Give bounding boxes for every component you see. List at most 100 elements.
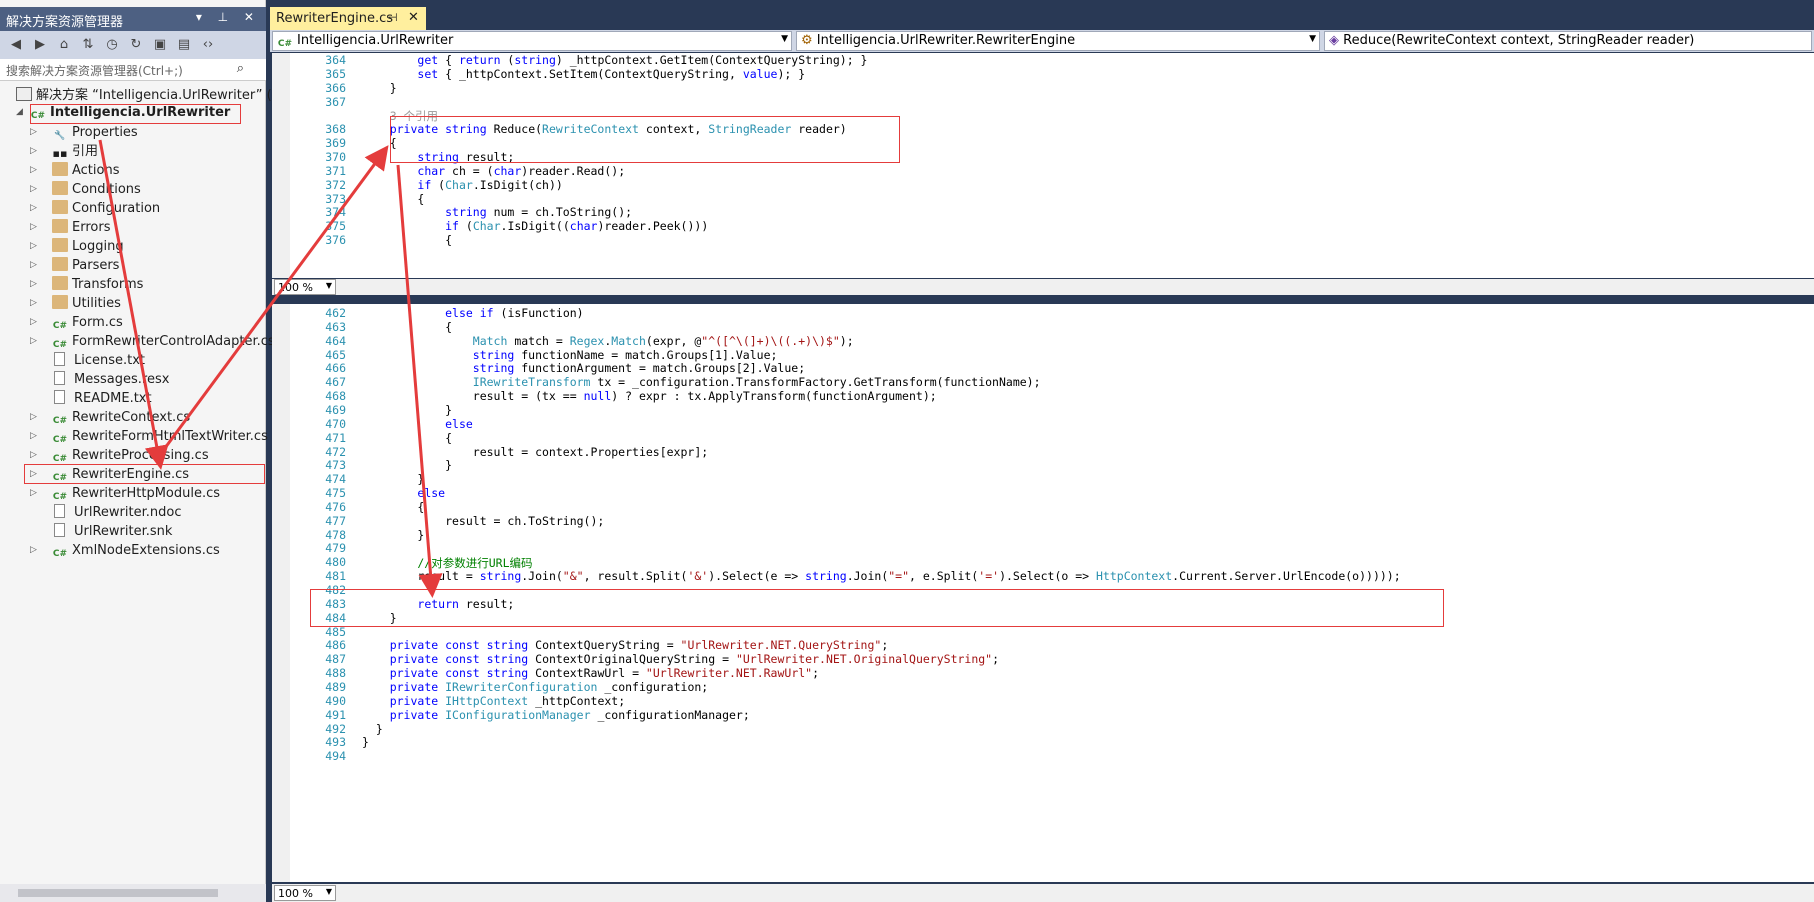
- code-line[interactable]: }: [362, 735, 369, 749]
- search-input[interactable]: 搜索解决方案资源管理器(Ctrl+;) ⌕: [0, 59, 266, 81]
- tree-item[interactable]: ▷ Errors: [30, 218, 110, 237]
- code-line[interactable]: string num = ch.ToString();: [362, 205, 632, 219]
- tree-item[interactable]: UrlRewriter.ndoc: [30, 503, 181, 522]
- code-line[interactable]: }: [362, 611, 397, 625]
- tree-item[interactable]: ▷ Parsers: [30, 256, 119, 275]
- zoom-dropdown[interactable]: 100 % ▼: [274, 885, 336, 901]
- code-pane-bottom[interactable]: 462 else if (isFunction) 463 {464 Match m…: [272, 304, 1814, 882]
- forward-icon[interactable]: ▶: [30, 35, 50, 55]
- sync-icon[interactable]: ⇅: [78, 35, 98, 55]
- code-line[interactable]: get { return (string) _httpContext.GetIt…: [362, 53, 867, 67]
- tree-item[interactable]: ▷ Actions: [30, 161, 120, 180]
- tree-item[interactable]: ▷ C# RewriteFormHtmlTextWriter.cs: [30, 427, 268, 446]
- expand-arrow-icon[interactable]: ▷: [30, 446, 40, 465]
- code-pane-top[interactable]: 364 get { return (string) _httpContext.G…: [272, 53, 1814, 278]
- code-line[interactable]: if (Char.IsDigit((char)reader.Peek())): [362, 219, 708, 233]
- tree-item[interactable]: UrlRewriter.snk: [30, 522, 172, 541]
- history-icon[interactable]: ◷: [102, 35, 122, 55]
- code-line[interactable]: private const string ContextRawUrl = "Ur…: [362, 666, 819, 680]
- tab-rewriterengine[interactable]: RewriterEngine.cs ⊣ ✕: [270, 7, 426, 30]
- collapse-arrow-icon[interactable]: ◢: [16, 103, 26, 122]
- expand-arrow-icon[interactable]: ▷: [30, 332, 40, 351]
- show-all-files-icon[interactable]: ▤: [174, 35, 194, 55]
- expand-arrow-icon[interactable]: ▷: [30, 275, 40, 294]
- code-line[interactable]: else: [362, 417, 473, 431]
- tree-item[interactable]: ▷ ▪▪ 引用: [30, 142, 98, 161]
- code-line[interactable]: private IHttpContext _httpContext;: [362, 694, 625, 708]
- search-icon[interactable]: ⌕: [237, 61, 244, 76]
- code-line[interactable]: private const string ContextOriginalQuer…: [362, 652, 999, 666]
- expand-arrow-icon[interactable]: ▷: [30, 313, 40, 332]
- tree-item[interactable]: ▷ C# XmlNodeExtensions.cs: [30, 541, 220, 560]
- tree-item[interactable]: ▷ C# RewriterHttpModule.cs: [30, 484, 220, 503]
- code-line[interactable]: char ch = (char)reader.Read();: [362, 164, 625, 178]
- expand-arrow-icon[interactable]: ▷: [30, 180, 40, 199]
- code-line[interactable]: }: [362, 722, 383, 736]
- refresh-icon[interactable]: ↻: [126, 35, 146, 55]
- class-dropdown[interactable]: ⚙ Intelligencia.UrlRewriter.RewriterEngi…: [796, 31, 1320, 51]
- code-line[interactable]: string functionArgument = match.Groups[2…: [362, 361, 805, 375]
- tree-item[interactable]: Messages.resx: [30, 370, 169, 389]
- code-line[interactable]: }: [362, 81, 397, 95]
- code-line[interactable]: result = string.Join("&", result.Split('…: [362, 569, 1400, 583]
- code-line[interactable]: {: [362, 320, 452, 334]
- code-line[interactable]: {: [362, 192, 424, 206]
- window-controls[interactable]: ▾ ⊥ ✕: [196, 10, 260, 24]
- bottom-pane-scrollbar[interactable]: 100 % ▼: [272, 884, 1814, 902]
- tree-item[interactable]: ▷ C# RewriteProcessing.cs: [30, 446, 209, 465]
- code-line[interactable]: private string Reduce(RewriteContext con…: [362, 122, 847, 136]
- code-line[interactable]: result = ch.ToString();: [362, 514, 604, 528]
- code-line[interactable]: }: [362, 472, 424, 486]
- expand-arrow-icon[interactable]: ▷: [30, 199, 40, 218]
- code-line[interactable]: result = (tx == null) ? expr : tx.ApplyT…: [362, 389, 937, 403]
- code-line[interactable]: string functionName = match.Groups[1].Va…: [362, 348, 778, 362]
- code-line[interactable]: set { _httpContext.SetItem(ContextQueryS…: [362, 67, 805, 81]
- code-line[interactable]: {: [362, 500, 424, 514]
- tree-item[interactable]: ▷ Utilities: [30, 294, 121, 313]
- code-line[interactable]: }: [362, 458, 452, 472]
- code-line[interactable]: result = context.Properties[expr];: [362, 445, 708, 459]
- tree-item[interactable]: ▷ Transforms: [30, 275, 143, 294]
- expand-arrow-icon[interactable]: ▷: [30, 294, 40, 313]
- tree-item[interactable]: ▷ Conditions: [30, 180, 141, 199]
- home-icon[interactable]: ⌂: [54, 35, 74, 55]
- tree-item[interactable]: ▷ 🔧 Properties: [30, 123, 138, 142]
- tree-item[interactable]: ▷ C# Form.cs: [30, 313, 123, 332]
- pane-splitter[interactable]: [272, 295, 1814, 300]
- code-line[interactable]: else: [362, 486, 445, 500]
- close-icon[interactable]: ✕: [408, 10, 419, 25]
- expand-arrow-icon[interactable]: ▷: [30, 484, 40, 503]
- code-line[interactable]: {: [362, 136, 397, 150]
- expand-arrow-icon[interactable]: ▷: [30, 465, 40, 484]
- collapse-all-icon[interactable]: ▣: [150, 35, 170, 55]
- code-line[interactable]: if (Char.IsDigit(ch)): [362, 178, 562, 192]
- tree-item[interactable]: README.txt: [30, 389, 152, 408]
- expand-arrow-icon[interactable]: ▷: [30, 256, 40, 275]
- code-line[interactable]: private IConfigurationManager _configura…: [362, 708, 750, 722]
- tree-item[interactable]: ▷ Configuration: [30, 199, 160, 218]
- tree-item[interactable]: ▷ C# RewriteContext.cs: [30, 408, 190, 427]
- code-line[interactable]: }: [362, 403, 452, 417]
- code-line[interactable]: Match match = Regex.Match(expr, @"^([^\(…: [362, 334, 854, 348]
- expand-arrow-icon[interactable]: ▷: [30, 123, 40, 142]
- top-pane-scrollbar[interactable]: 100 % ▼: [272, 279, 1814, 295]
- tree-item[interactable]: License.txt: [30, 351, 145, 370]
- code-line[interactable]: }: [362, 528, 424, 542]
- code-line[interactable]: private IRewriterConfiguration _configur…: [362, 680, 709, 694]
- expand-arrow-icon[interactable]: ▷: [30, 161, 40, 180]
- expand-arrow-icon[interactable]: ▷: [30, 218, 40, 237]
- view-code-icon[interactable]: ‹›: [198, 35, 218, 55]
- tree-item[interactable]: ▷ Logging: [30, 237, 124, 256]
- tree-item[interactable]: ▷ C# RewriterEngine.cs: [30, 465, 189, 484]
- expand-arrow-icon[interactable]: ▷: [30, 427, 40, 446]
- expand-arrow-icon[interactable]: ▷: [30, 408, 40, 427]
- code-line[interactable]: {: [362, 431, 452, 445]
- member-dropdown[interactable]: ◈ Reduce(RewriteContext context, StringR…: [1324, 31, 1812, 51]
- zoom-dropdown[interactable]: 100 % ▼: [274, 279, 336, 295]
- horizontal-scrollbar[interactable]: [0, 884, 266, 902]
- code-line[interactable]: else if (isFunction): [362, 306, 584, 320]
- tree-project[interactable]: ◢ C# Intelligencia.UrlRewriter: [16, 103, 230, 122]
- code-line[interactable]: return result;: [362, 597, 514, 611]
- tree-item[interactable]: ▷ C# FormRewriterControlAdapter.cs: [30, 332, 275, 351]
- code-line[interactable]: string result;: [362, 150, 514, 164]
